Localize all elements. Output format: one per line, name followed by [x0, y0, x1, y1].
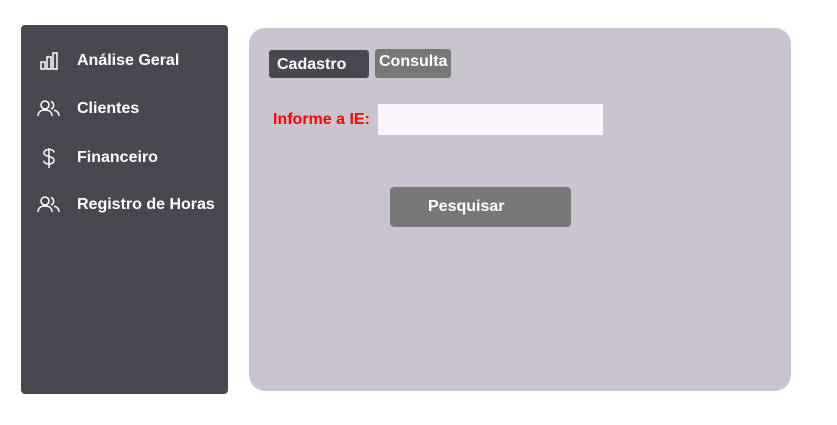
ie-field-label: Informe a IE: [273, 111, 370, 128]
tab-consulta[interactable]: Consulta [375, 49, 451, 78]
users-icon [37, 194, 61, 216]
sidebar: Análise Geral Clientes Financeiro Regist… [21, 25, 228, 394]
sidebar-item-label: Registro de Horas [77, 196, 215, 213]
sidebar-item-label: Análise Geral [77, 52, 180, 69]
bar-chart-icon [37, 50, 61, 72]
sidebar-item-label: Clientes [77, 100, 140, 117]
search-button[interactable]: Pesquisar [390, 187, 571, 227]
users-icon [37, 98, 61, 120]
sidebar-item-analise-geral[interactable]: Análise Geral [37, 50, 179, 72]
sidebar-item-clientes[interactable]: Clientes [37, 98, 139, 120]
tab-cadastro[interactable]: Cadastro [269, 50, 369, 78]
main-panel: Cadastro Consulta Informe a IE: Pesquisa… [249, 28, 791, 391]
ie-input[interactable] [378, 104, 603, 135]
sidebar-item-financeiro[interactable]: Financeiro [37, 147, 158, 169]
sidebar-item-label: Financeiro [77, 149, 158, 166]
dollar-icon [37, 147, 61, 169]
sidebar-item-registro-de-horas[interactable]: Registro de Horas [37, 194, 215, 216]
